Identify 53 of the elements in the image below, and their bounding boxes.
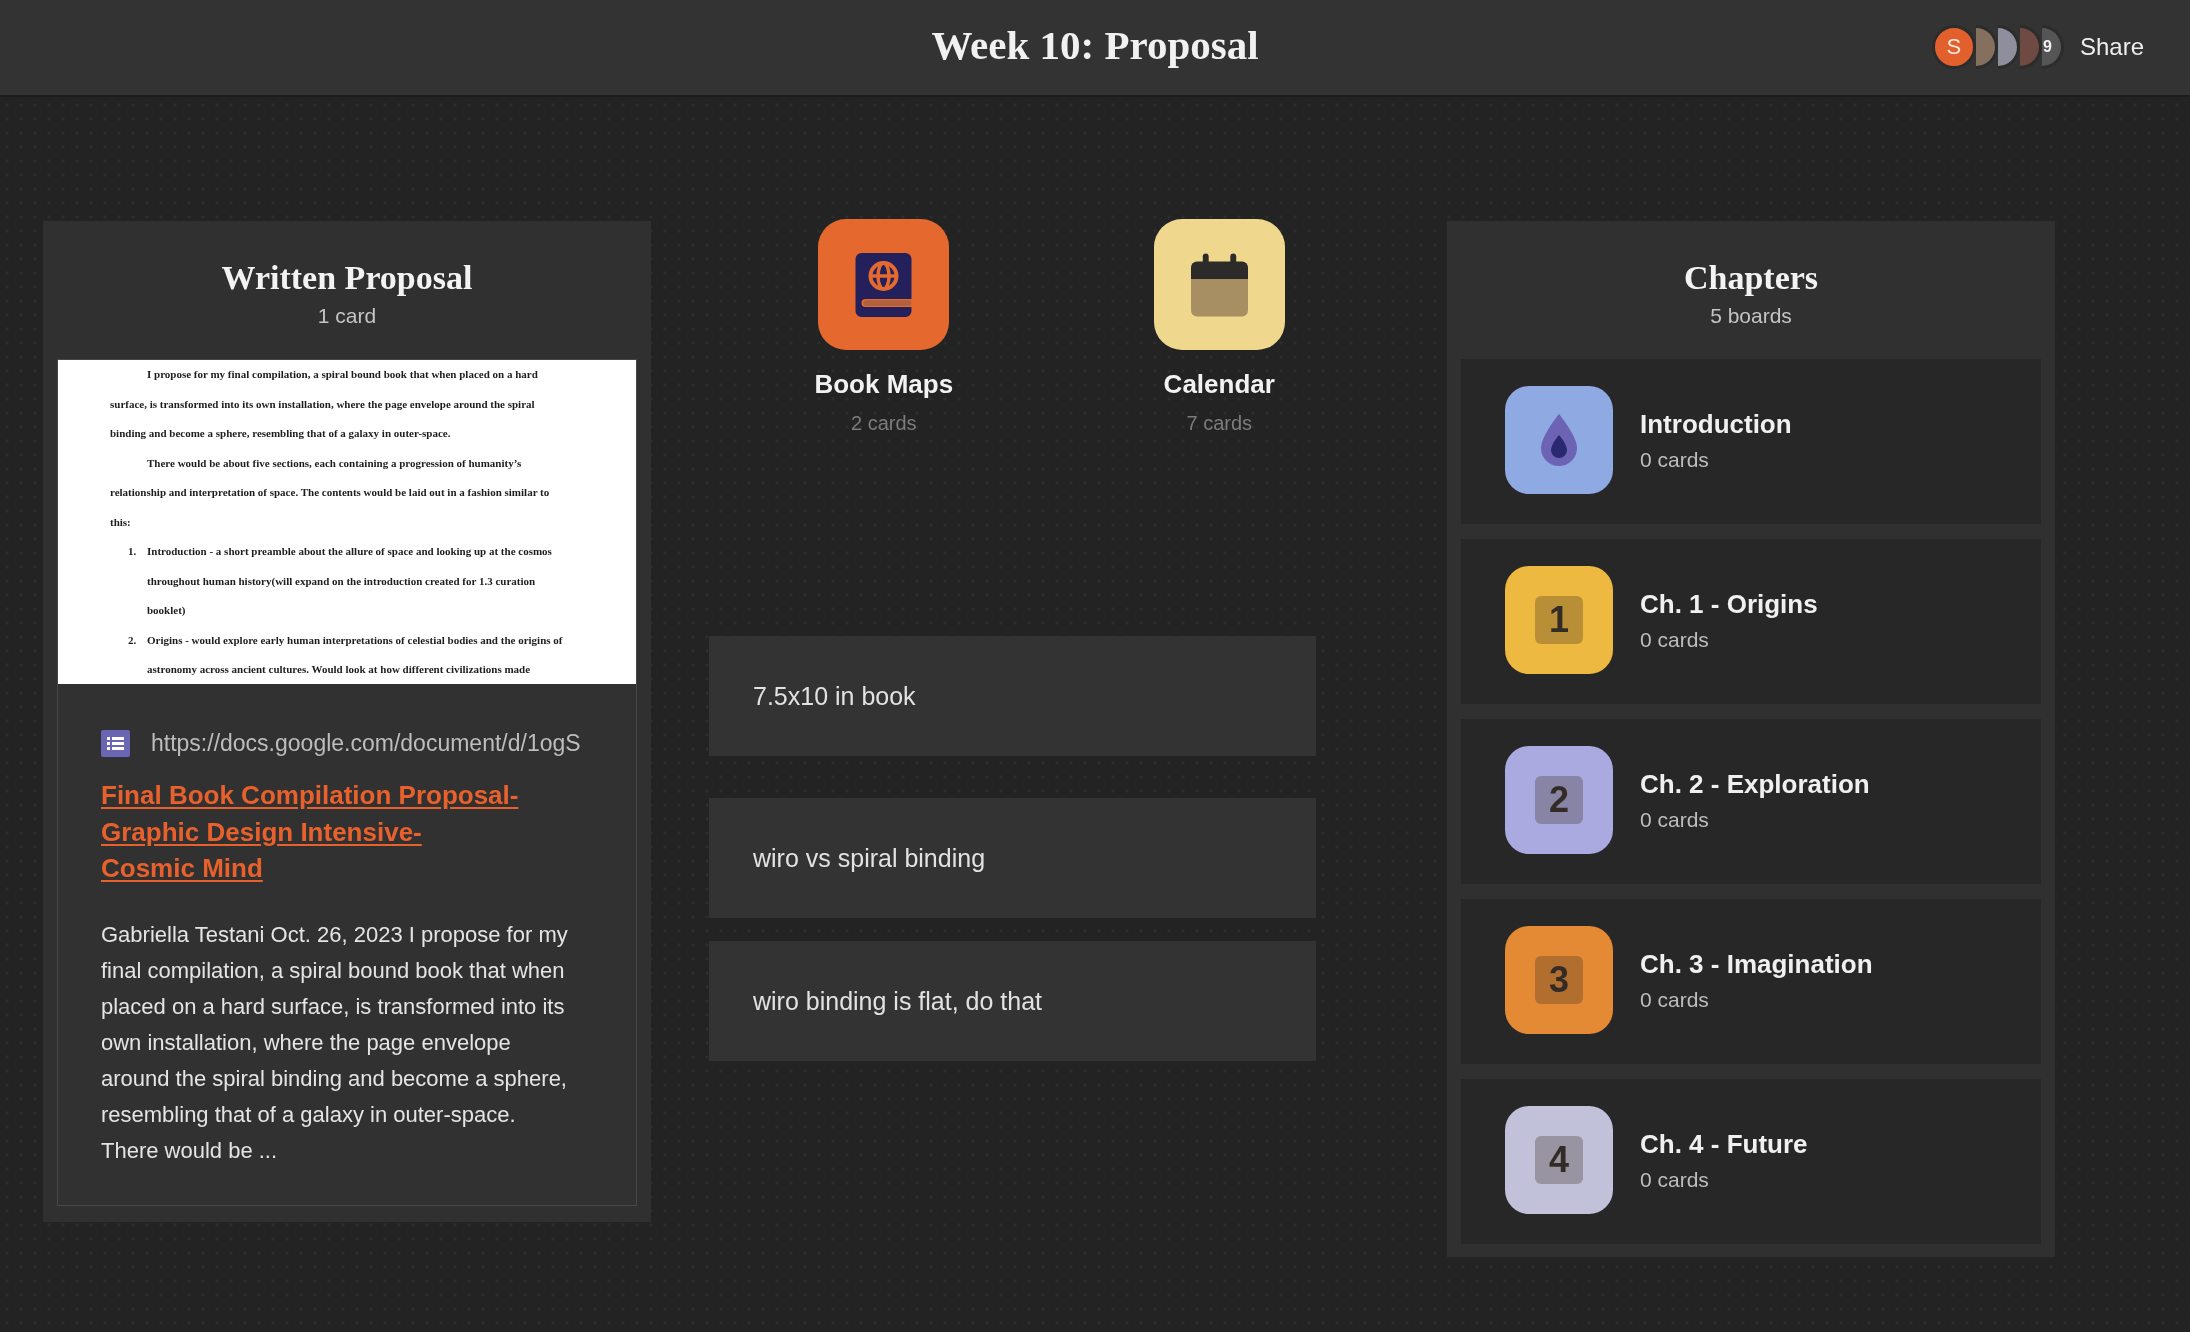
document-list-item: Introduction - a short preamble about the allure of space and looking up at the cosmos throughout human history(will expand on the introduction created for 1.3 curation booklet) (147, 544, 552, 618)
card-count: 0 cards (1640, 986, 1709, 1013)
card-count: 2 cards (850, 411, 917, 436)
board-title: Ch. 3 - Imagination (1640, 947, 1873, 980)
board-count: 5 boards (1710, 303, 1792, 329)
card-count: 0 cards (1640, 806, 1709, 833)
document-list-item: Origins - would explore early human interpretations of celestial bodies and the origins of astronomy across ancient cultures. Would look at how different civilizations made (147, 632, 563, 677)
card-count: 7 cards (1186, 411, 1253, 436)
share-button[interactable]: Share (2079, 28, 2144, 65)
more-users-count: 9 (2041, 24, 2064, 69)
link-title[interactable]: Final Book Compilation Proposal- Graphic Design Intensive- Cosmic Mind (101, 777, 519, 887)
board-row[interactable]: 2 Ch. 2 - Exploration 0 cards (1461, 719, 2041, 884)
number-keycap: 2 (1535, 776, 1583, 824)
calendar-icon (1190, 252, 1248, 317)
avatar-photo-placeholder (1975, 24, 1998, 69)
board-title: Calendar (1163, 368, 1275, 400)
card-count: 0 cards (1640, 1166, 1709, 1193)
note-card[interactable]: 7.5x10 in book (709, 636, 1316, 756)
droplet-icon (1539, 413, 1579, 467)
board-row[interactable]: 4 Ch. 4 - Future 0 cards (1461, 1079, 2041, 1244)
avatar-photo-placeholder (2019, 24, 2042, 69)
book-globe-icon (855, 252, 913, 317)
link-card[interactable] (57, 359, 637, 1206)
board-tile[interactable] (1153, 219, 1285, 350)
number-keycap: 4 (1535, 1136, 1583, 1184)
link-url: https://docs.google.com/document/d/1ogS (151, 729, 581, 757)
board-row[interactable]: 3 Ch. 3 - Imagination 0 cards (1461, 899, 2041, 1064)
card-count: 0 cards (1640, 626, 1709, 653)
document-paragraph: I propose for my final compilation, a spiral bound book that when placed on a hard surface, is transformed into its own installation, where the page envelope around the spiral binding and become a sphere, resembling that of a galaxy in outer-space. (110, 367, 538, 441)
board-title: Ch. 2 - Exploration (1640, 767, 1870, 800)
board-title: Ch. 1 - Origins (1640, 587, 1818, 620)
panel-title: Written Proposal (220, 258, 474, 298)
board-title: Introduction (1640, 407, 1792, 440)
board-title: Ch. 4 - Future (1640, 1127, 1808, 1160)
board-tile[interactable] (818, 219, 950, 350)
list-number: 2. (128, 632, 138, 648)
avatar-photo-placeholder (1997, 24, 2020, 69)
note-card[interactable]: wiro binding is flat, do that (709, 941, 1316, 1061)
page-title: Week 10: Proposal (931, 20, 1259, 70)
note-card[interactable]: wiro vs spiral binding (709, 798, 1316, 918)
link-description: Gabriella Testani Oct. 26, 2023 I propose for my final compilation, a spiral bound book that when placed on a hard surface, is transformed into its own installation, where the page envelope around the spiral binding and become a sphere, resembling that of a galaxy in outer-space. There would be ... (101, 920, 569, 1165)
panel-title: Chapters (1682, 258, 1820, 298)
board-row[interactable]: 1 Ch. 1 - Origins 0 cards (1461, 539, 2041, 704)
user-avatar: S (1931, 24, 1976, 69)
document-list-icon (101, 729, 130, 757)
document-paragraph: There would be about five sections, each containing a progression of humanity’s relationship and interpretation of space. The contents would be laid out in a fashion similar to this: (110, 455, 550, 530)
card-count: 0 cards (1640, 446, 1709, 473)
number-keycap: 3 (1535, 956, 1583, 1004)
number-keycap: 1 (1535, 596, 1583, 644)
board-title: Book Maps (814, 368, 954, 400)
card-count: 1 card (317, 303, 377, 329)
board-row[interactable]: Introduction 0 cards (1461, 359, 2041, 524)
list-number: 1. (128, 544, 138, 559)
